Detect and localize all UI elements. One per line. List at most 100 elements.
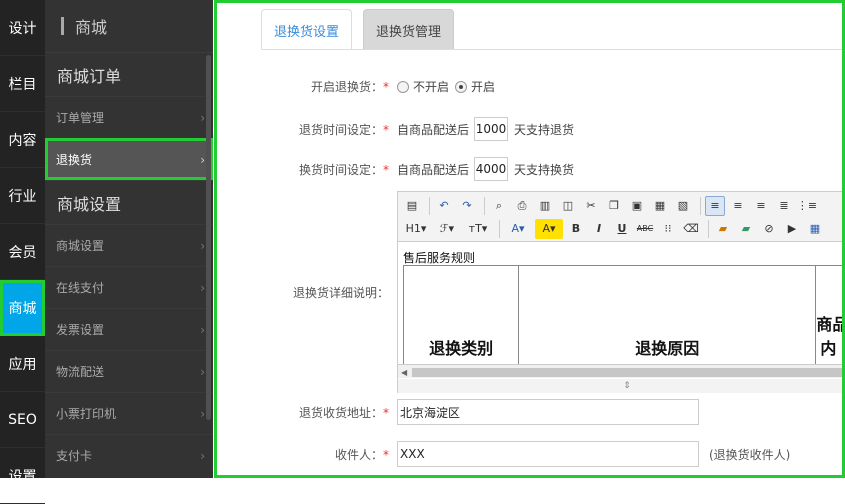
sub-item-receipt-printer[interactable]: 小票打印机 › bbox=[45, 392, 213, 434]
exchange-prefix-text: 自商品配送后 bbox=[397, 161, 469, 178]
nav-mall[interactable]: 商城 bbox=[0, 280, 45, 336]
rules-table: 退换类别 退换原因 商品 内 bbox=[403, 265, 845, 364]
align-justify-icon[interactable]: ≣ bbox=[774, 196, 794, 216]
table-cell-product-line1: 商品 bbox=[816, 311, 845, 335]
radio-circle-off[interactable] bbox=[397, 81, 409, 93]
exchange-days-input[interactable] bbox=[474, 157, 508, 181]
editor-horizontal-scrollbar[interactable]: ◀ bbox=[398, 364, 845, 378]
attachment-icon[interactable]: ⊘ bbox=[759, 219, 779, 239]
chevron-right-icon: › bbox=[200, 239, 205, 253]
underline-icon[interactable]: U bbox=[612, 219, 632, 239]
receiver-input[interactable] bbox=[397, 441, 699, 467]
sub-item-payment-card[interactable]: 支付卡 › bbox=[45, 434, 213, 476]
font-color-icon[interactable]: A▾ bbox=[504, 219, 532, 239]
paste-word-icon[interactable]: ▧ bbox=[673, 196, 693, 216]
sub-item-invoice-settings[interactable]: 发票设置 › bbox=[45, 308, 213, 350]
image-icon[interactable]: ▰ bbox=[713, 219, 733, 239]
sub-item-returns[interactable]: 退换货 › bbox=[45, 138, 213, 180]
ordered-list-icon[interactable]: ⋮≡ bbox=[797, 196, 817, 216]
code-icon[interactable]: ◫ bbox=[558, 196, 578, 216]
table-icon[interactable]: ▦ bbox=[805, 219, 825, 239]
font-size-dropdown-icon[interactable]: ᴛT▾ bbox=[464, 219, 492, 239]
redo-icon[interactable]: ↷ bbox=[457, 196, 477, 216]
undo-icon[interactable]: ↶ bbox=[434, 196, 454, 216]
sub-item-label: 在线支付 bbox=[56, 279, 104, 296]
sub-item-label: 商城设置 bbox=[56, 237, 104, 254]
editor-resize-handle-icon[interactable]: ⇕ bbox=[398, 379, 845, 393]
label-return-details: 退换货详细说明： bbox=[217, 284, 397, 301]
sub-item-label: 小票打印机 bbox=[56, 405, 116, 422]
toolbar-row-2: H1▾ ℱ▾ ᴛT▾ A▾ A▾ B I U ABC ⁝⁝ ⌫ ▰ ▰ ⊘ ▶ … bbox=[402, 217, 845, 240]
heading-dropdown-icon[interactable]: H1▾ bbox=[402, 219, 430, 239]
row-return-address: 退货收货地址：* bbox=[217, 399, 699, 425]
sub-item-order-management[interactable]: 订单管理 › bbox=[45, 96, 213, 138]
template-icon[interactable]: ▥ bbox=[535, 196, 555, 216]
toolbar-separator bbox=[484, 197, 485, 215]
align-right-icon[interactable]: ≡ bbox=[751, 196, 771, 216]
nav-apps[interactable]: 应用 bbox=[0, 336, 45, 392]
chevron-right-icon: › bbox=[200, 153, 205, 167]
nav-column[interactable]: 栏目 bbox=[0, 56, 45, 112]
main-panel: 退换货设置 退换货管理 开启退换货：* 不开启 开启 退货时间设定：* 自商品配… bbox=[214, 0, 845, 478]
align-center-icon[interactable]: ≡ bbox=[728, 196, 748, 216]
tab-return-settings[interactable]: 退换货设置 bbox=[261, 9, 352, 50]
cut-icon[interactable]: ✂ bbox=[581, 196, 601, 216]
chevron-right-icon: › bbox=[200, 111, 205, 125]
nav-content[interactable]: 内容 bbox=[0, 112, 45, 168]
preview-icon[interactable]: ⌕ bbox=[489, 196, 509, 216]
sub-item-logistics[interactable]: 物流配送 › bbox=[45, 350, 213, 392]
group-title-orders: 商城订单 bbox=[45, 52, 213, 96]
row-detail-label: 退换货详细说明： bbox=[217, 284, 397, 301]
chevron-right-icon: › bbox=[200, 281, 205, 295]
radio-disable-label: 不开启 bbox=[413, 78, 449, 95]
sub-item-mall-settings[interactable]: 商城设置 › bbox=[45, 224, 213, 266]
tab-bar: 退换货设置 退换货管理 bbox=[261, 9, 465, 50]
nav-settings[interactable]: 设置 bbox=[0, 448, 45, 504]
nav-member[interactable]: 会员 bbox=[0, 224, 45, 280]
row-receiver: 收件人：* (退换货收件人) bbox=[217, 441, 790, 467]
return-suffix-text: 天支持退货 bbox=[514, 121, 574, 138]
format-painter-icon[interactable]: ⁝⁝ bbox=[658, 219, 678, 239]
scroll-left-icon[interactable]: ◀ bbox=[401, 368, 407, 377]
row-exchange-time: 换货时间设定：* 自商品配送后 天支持换货 bbox=[217, 157, 574, 181]
scrollbar-thumb[interactable] bbox=[412, 368, 845, 377]
source-icon[interactable]: ▤ bbox=[402, 196, 422, 216]
sub-nav: 商城 商城订单 订单管理 › 退换货 › 商城设置 商城设置 › 在线支付 › … bbox=[45, 0, 213, 478]
label-exchange-time: 换货时间设定：* bbox=[217, 161, 397, 178]
font-family-dropdown-icon[interactable]: ℱ▾ bbox=[433, 219, 461, 239]
toolbar-separator bbox=[700, 197, 701, 215]
align-left-icon[interactable]: ≡ bbox=[705, 196, 725, 216]
video-icon[interactable]: ▶ bbox=[782, 219, 802, 239]
sub-item-label: 退换货 bbox=[56, 151, 92, 168]
editor-content[interactable]: 售后服务规则 退换类别 退换原因 商品 内 bbox=[398, 243, 845, 364]
rich-text-editor[interactable]: ▤ ↶ ↷ ⌕ ⎙ ▥ ◫ ✂ ❐ ▣ ▦ ▧ ≡ ≡ ≡ ≣ ⋮≡ bbox=[397, 191, 845, 393]
radio-enable[interactable]: 开启 bbox=[455, 78, 495, 95]
sub-item-label: 物流配送 bbox=[56, 363, 104, 380]
return-days-input[interactable] bbox=[474, 117, 508, 141]
return-address-input[interactable] bbox=[397, 399, 699, 425]
radio-disable[interactable]: 不开启 bbox=[397, 78, 449, 95]
paste-text-icon[interactable]: ▦ bbox=[650, 196, 670, 216]
sub-item-label: 发票设置 bbox=[56, 321, 104, 338]
sub-nav-header: 商城 bbox=[45, 0, 213, 52]
eraser-icon[interactable]: ⌫ bbox=[681, 219, 701, 239]
italic-icon[interactable]: I bbox=[589, 219, 609, 239]
bold-icon[interactable]: B bbox=[566, 219, 586, 239]
paste-icon[interactable]: ▣ bbox=[627, 196, 647, 216]
tab-return-management[interactable]: 退换货管理 bbox=[363, 9, 454, 50]
sub-nav-scrollbar[interactable] bbox=[206, 55, 211, 420]
toolbar-row-1: ▤ ↶ ↷ ⌕ ⎙ ▥ ◫ ✂ ❐ ▣ ▦ ▧ ≡ ≡ ≡ ≣ ⋮≡ bbox=[402, 194, 845, 217]
nav-seo[interactable]: SEO bbox=[0, 392, 45, 448]
print-icon[interactable]: ⎙ bbox=[512, 196, 532, 216]
toolbar-separator bbox=[429, 197, 430, 215]
nav-design[interactable]: 设计 bbox=[0, 0, 45, 56]
nav-industry[interactable]: 行业 bbox=[0, 168, 45, 224]
radio-circle-on[interactable] bbox=[455, 81, 467, 93]
insert-image-icon[interactable]: ▰ bbox=[736, 219, 756, 239]
table-row: 退换类别 退换原因 商品 内 bbox=[404, 266, 845, 365]
table-cell-product-line2: 内 bbox=[816, 335, 845, 359]
copy-icon[interactable]: ❐ bbox=[604, 196, 624, 216]
sub-item-online-payment[interactable]: 在线支付 › bbox=[45, 266, 213, 308]
strikethrough-icon[interactable]: ABC bbox=[635, 219, 655, 239]
highlight-color-icon[interactable]: A▾ bbox=[535, 219, 563, 239]
